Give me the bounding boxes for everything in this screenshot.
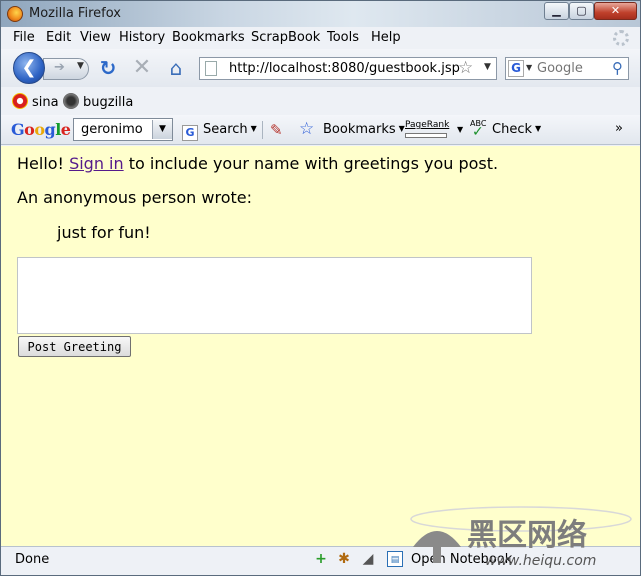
google-toolbar: Google geronimo ▼ G Search ▼ ✎ ☆ Bookmarks… <box>1 115 640 145</box>
add-icon[interactable]: + <box>313 551 329 567</box>
toolbar-separator <box>262 121 263 139</box>
search-bar[interactable]: G ▼ ⚲ <box>505 57 629 80</box>
menu-file[interactable]: File <box>13 30 35 45</box>
greeting-line: Hello! Sign in to include your name with… <box>17 154 498 173</box>
forward-button[interactable]: ➔ ▼ <box>43 58 89 80</box>
navigation-toolbar: ➔ ▼ ❮ ↻ ✕ ⌂ http://localhost:8080/guestb… <box>1 49 640 87</box>
pagerank-label[interactable]: PageRank <box>405 120 449 130</box>
greeting-prefix: Hello! <box>17 154 64 173</box>
home-icon[interactable]: ⌂ <box>165 57 187 79</box>
bookmark-star-icon[interactable]: ☆ <box>458 58 473 78</box>
back-arrow-icon: ❮ <box>21 57 37 78</box>
google-search-value[interactable]: geronimo <box>81 122 143 137</box>
post-greeting-button[interactable]: Post Greeting <box>18 336 131 357</box>
url-dropdown-icon[interactable]: ▼ <box>484 62 491 72</box>
url-text[interactable]: http://localhost:8080/guestbook.jsp <box>229 61 460 76</box>
bookmark-bugzilla[interactable]: bugzilla <box>63 93 133 110</box>
address-bar[interactable]: http://localhost:8080/guestbook.jsp ☆ ▼ <box>199 57 497 80</box>
chevron-more-icon[interactable]: » <box>615 121 623 136</box>
page-content: Hello! Sign in to include your name with… <box>1 146 640 546</box>
firefox-window: Mozilla Firefox ▁ ▢ ✕ File Edit View His… <box>0 0 641 576</box>
pagerank-bar <box>405 133 447 138</box>
greeting-textarea[interactable] <box>17 257 532 334</box>
menu-tools[interactable]: Tools <box>327 30 359 45</box>
close-button[interactable]: ✕ <box>594 2 637 20</box>
forward-arrow-icon: ➔ <box>54 60 65 75</box>
history-dropdown-icon[interactable]: ▼ <box>77 61 84 71</box>
firefox-icon <box>7 6 23 22</box>
spellcheck-icon: ✓ <box>472 124 484 140</box>
pagerank-dropdown-icon[interactable]: ▼ <box>457 125 463 134</box>
stop-icon[interactable]: ✕ <box>131 57 153 79</box>
minimize-button[interactable]: ▁ <box>544 2 569 20</box>
throbber-icon <box>613 30 629 46</box>
bookmark-label: bugzilla <box>83 95 134 110</box>
bookmarks-dropdown-icon[interactable]: ▼ <box>399 124 405 133</box>
greeting-suffix: to include your name with greetings you … <box>128 154 499 173</box>
google-bookmarks-label: Bookmarks <box>323 122 396 137</box>
spellcheck-button[interactable]: Check ▼ <box>492 122 541 137</box>
reload-icon[interactable]: ↻ <box>97 57 119 79</box>
google-search-button[interactable]: G Search ▼ <box>182 122 257 141</box>
google-search-box[interactable]: geronimo ▼ <box>73 118 173 141</box>
open-notebook-link[interactable]: Open Notebook <box>411 552 512 567</box>
search-input[interactable] <box>537 60 609 77</box>
menu-history[interactable]: History <box>119 30 165 45</box>
bookmark-sina[interactable]: sina <box>12 93 59 110</box>
highlighter-icon[interactable]: ✎ <box>270 121 283 139</box>
title-bar: Mozilla Firefox ▁ ▢ ✕ <box>1 1 640 27</box>
bug-icon[interactable]: ✱ <box>336 551 352 567</box>
google-engine-icon[interactable]: G <box>508 60 524 77</box>
search-dropdown-icon[interactable]: ▼ <box>251 124 257 133</box>
menu-scrapbook[interactable]: ScrapBook <box>251 30 320 45</box>
magnifier-icon[interactable]: ⚲ <box>612 59 623 77</box>
google-bookmarks-button[interactable]: Bookmarks ▼ <box>323 122 405 137</box>
sina-icon <box>12 93 28 109</box>
google-g-icon: G <box>182 125 198 141</box>
engine-dropdown-icon[interactable]: ▼ <box>526 63 532 72</box>
google-bookmarks-star-icon: ☆ <box>299 119 315 139</box>
menu-bar: File Edit View History Bookmarks ScrapBo… <box>1 27 640 49</box>
menu-edit[interactable]: Edit <box>46 30 71 45</box>
bugzilla-icon <box>63 93 79 109</box>
bookmark-label: sina <box>32 95 59 110</box>
wrench-icon[interactable]: ◢ <box>360 551 376 567</box>
anonymous-author: An anonymous person wrote: <box>17 188 252 207</box>
status-text: Done <box>15 552 50 567</box>
menu-help[interactable]: Help <box>371 30 401 45</box>
google-search-label: Search <box>203 122 248 137</box>
window-title: Mozilla Firefox <box>29 6 121 21</box>
menu-bookmarks[interactable]: Bookmarks <box>172 30 245 45</box>
google-logo[interactable]: Google <box>11 120 71 139</box>
notebook-icon[interactable]: ▤ <box>387 551 403 567</box>
check-label: Check <box>492 122 532 137</box>
google-search-dropdown-icon[interactable]: ▼ <box>152 120 172 139</box>
page-icon <box>205 61 217 76</box>
back-button[interactable]: ❮ <box>13 52 45 84</box>
greeting-message: just for fun! <box>57 223 151 242</box>
maximize-button[interactable]: ▢ <box>569 2 594 20</box>
check-dropdown-icon[interactable]: ▼ <box>535 124 541 133</box>
status-bar: Done + ✱ ◢ ▤ Open Notebook <box>1 546 640 575</box>
sign-in-link[interactable]: Sign in <box>69 154 124 173</box>
menu-view[interactable]: View <box>80 30 111 45</box>
bookmarks-toolbar: sina bugzilla <box>1 87 640 115</box>
